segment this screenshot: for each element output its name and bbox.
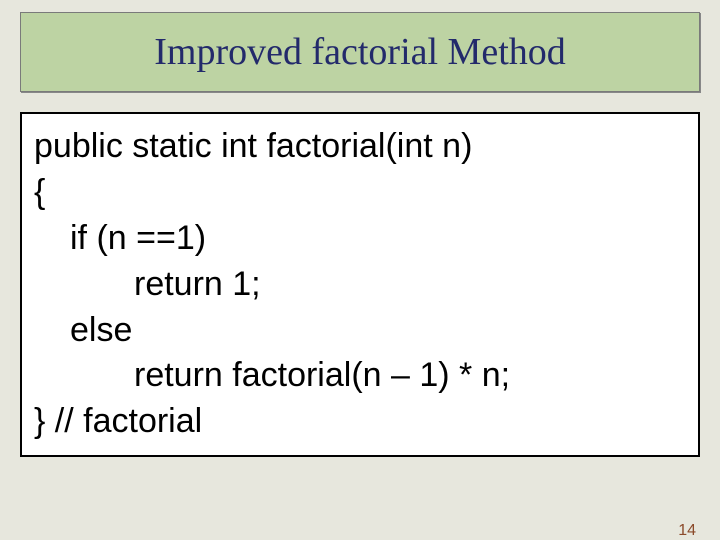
code-line: } // factorial (34, 399, 686, 445)
code-line: else (34, 308, 686, 354)
code-line: return 1; (34, 262, 686, 308)
code-line: return factorial(n – 1) * n; (34, 353, 686, 399)
code-line: if (n ==1) (34, 216, 686, 262)
page-number: 14 (678, 522, 696, 540)
code-line: { (34, 170, 686, 216)
slide-title: Improved factorial Method (154, 33, 566, 71)
code-block: public static int factorial(int n) { if … (20, 112, 700, 457)
code-line: public static int factorial(int n) (34, 124, 686, 170)
title-bar: Improved factorial Method (20, 12, 700, 92)
